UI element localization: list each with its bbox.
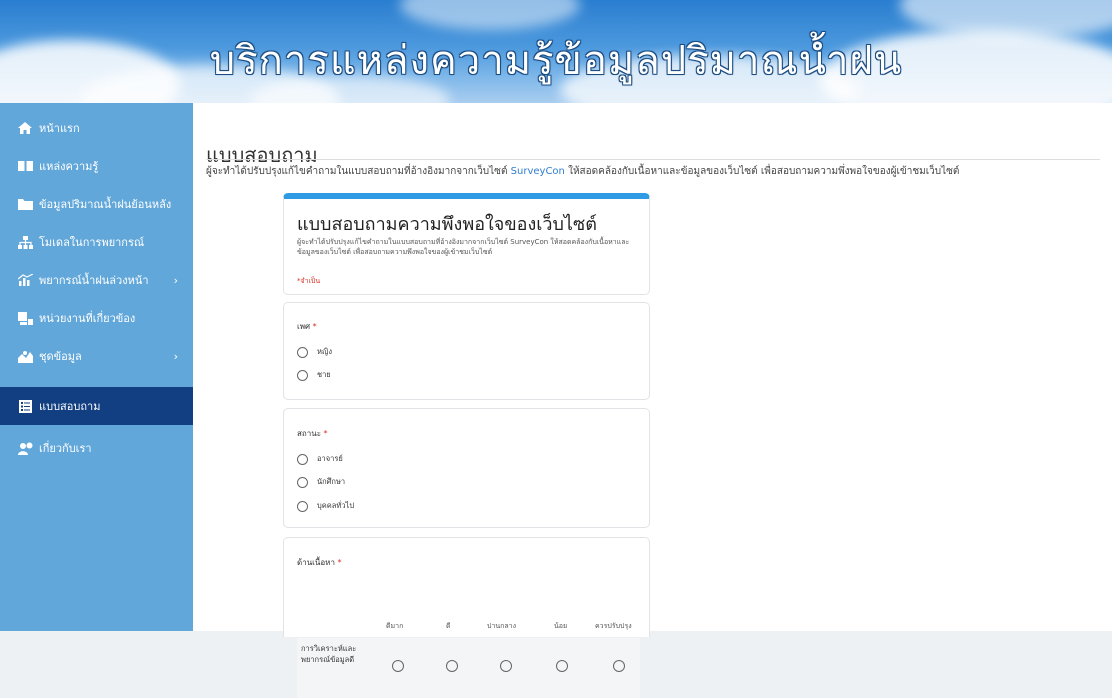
form-title: แบบสอบถามความพึงพอใจของเว็บไซต์	[297, 214, 597, 235]
sidebar: หน้าแรก แหล่งความรู้ ข้อมูลปริมาณน้ำฝนย้…	[0, 103, 193, 631]
sidebar-item-datasets[interactable]: ชุดข้อมูล ›	[0, 337, 193, 375]
header-banner: บริการแหล่งความรู้ข้อมูลปริมาณน้ำฝน	[0, 0, 1112, 103]
grid-column-header: ดี	[446, 622, 451, 630]
form-description: ผู้จะทำได้ปรับปรุงแก้ไขคำถามในแบบสอบถามท…	[297, 238, 630, 256]
grid-column-header: น้อย	[554, 622, 568, 630]
sidebar-item-label: แบบสอบถาม	[39, 400, 101, 413]
radio-option-general-public[interactable]: บุคคลทั่วไป	[297, 500, 354, 512]
radio-button[interactable]	[297, 500, 308, 512]
divider	[206, 159, 1100, 160]
grid-row: การวิเคราะห์และพยากรณ์ข้อมูลดี	[297, 638, 640, 698]
surveycon-link[interactable]: SurveyCon	[511, 166, 565, 177]
grid-radio-button[interactable]	[446, 660, 458, 672]
radio-option-female[interactable]: หญิง	[297, 346, 332, 358]
question-label: ด้านเนื้อหา *	[297, 558, 342, 567]
main-content: แบบสอบถาม ผู้จะทำได้ปรับปรุงแก้ไขคำถามใน…	[193, 103, 1112, 698]
radio-button[interactable]	[297, 346, 308, 358]
sidebar-item-label: เกี่ยวกับเรา	[39, 442, 92, 455]
sidebar-item-label: ชุดข้อมูล	[39, 350, 82, 363]
radio-button[interactable]	[297, 453, 308, 465]
sidebar-item-about[interactable]: เกี่ยวกับเรา	[0, 429, 193, 467]
intro-text: ผู้จะทำได้ปรับปรุงแก้ไขคำถามในแบบสอบถามท…	[206, 166, 960, 177]
home-icon	[17, 121, 33, 135]
sidebar-item-knowledge[interactable]: แหล่งความรู้	[0, 147, 193, 185]
radio-button[interactable]	[297, 369, 308, 381]
sidebar-item-forecast[interactable]: พยากรณ์น้ำฝนล่วงหน้า ›	[0, 261, 193, 299]
question-content-card: ด้านเนื้อหา * ดีมาก ดี ปานกลาง น้อย ควรป…	[283, 537, 650, 698]
chart-icon	[17, 273, 33, 287]
sidebar-item-label: หน้าแรก	[39, 122, 80, 135]
radio-button[interactable]	[297, 476, 308, 488]
question-label: เพศ *	[297, 322, 317, 331]
grid-radio-button[interactable]	[613, 660, 625, 672]
dataset-icon	[17, 349, 33, 363]
org-icon	[17, 311, 33, 325]
about-icon	[17, 441, 33, 455]
chevron-right-icon: ›	[173, 349, 178, 363]
sidebar-item-label: หน่วยงานที่เกี่ยวข้อง	[39, 312, 136, 325]
question-gender-card: เพศ * หญิง ชาย	[283, 302, 650, 400]
grid-row-label: การวิเคราะห์และพยากรณ์ข้อมูลดี	[301, 644, 357, 664]
grid-radio-button[interactable]	[392, 660, 404, 672]
form-header-card: แบบสอบถามความพึงพอใจของเว็บไซต์ ผู้จะทำไ…	[283, 193, 650, 295]
grid-column-header: ปานกลาง	[487, 622, 517, 630]
sitemap-icon	[17, 235, 33, 249]
sidebar-item-label: ข้อมูลปริมาณน้ำฝนย้อนหลัง	[39, 198, 172, 211]
question-label: สถานะ *	[297, 429, 328, 438]
sidebar-item-label: พยากรณ์น้ำฝนล่วงหน้า	[39, 274, 149, 287]
sidebar-item-label: แหล่งความรู้	[39, 160, 99, 173]
sidebar-item-agencies[interactable]: หน่วยงานที่เกี่ยวข้อง	[0, 299, 193, 337]
grid-column-header: ดีมาก	[386, 622, 404, 630]
grid-radio-button[interactable]	[500, 660, 512, 672]
folder-icon	[17, 197, 33, 211]
sidebar-item-home[interactable]: หน้าแรก	[0, 109, 193, 147]
grid-radio-button[interactable]	[556, 660, 568, 672]
radio-option-teacher[interactable]: อาจารย์	[297, 453, 343, 465]
grid-column-header: ควรปรับปรุง	[595, 622, 632, 630]
survey-icon	[17, 399, 33, 413]
radio-option-male[interactable]: ชาย	[297, 369, 331, 381]
sidebar-item-label: โมเดลในการพยากรณ์	[39, 236, 145, 249]
site-title: บริการแหล่งความรู้ข้อมูลปริมาณน้ำฝน	[209, 38, 903, 84]
question-status-card: สถานะ * อาจารย์ นักศึกษา บุคคลทั่วไป	[283, 408, 650, 528]
sidebar-item-rainfall-history[interactable]: ข้อมูลปริมาณน้ำฝนย้อนหลัง	[0, 185, 193, 223]
sidebar-item-models[interactable]: โมเดลในการพยากรณ์	[0, 223, 193, 261]
book-icon	[17, 159, 33, 173]
required-note: *จำเป็น	[297, 277, 321, 285]
sidebar-item-survey[interactable]: แบบสอบถาม	[0, 387, 193, 425]
radio-option-student[interactable]: นักศึกษา	[297, 476, 345, 488]
chevron-right-icon: ›	[173, 273, 178, 287]
